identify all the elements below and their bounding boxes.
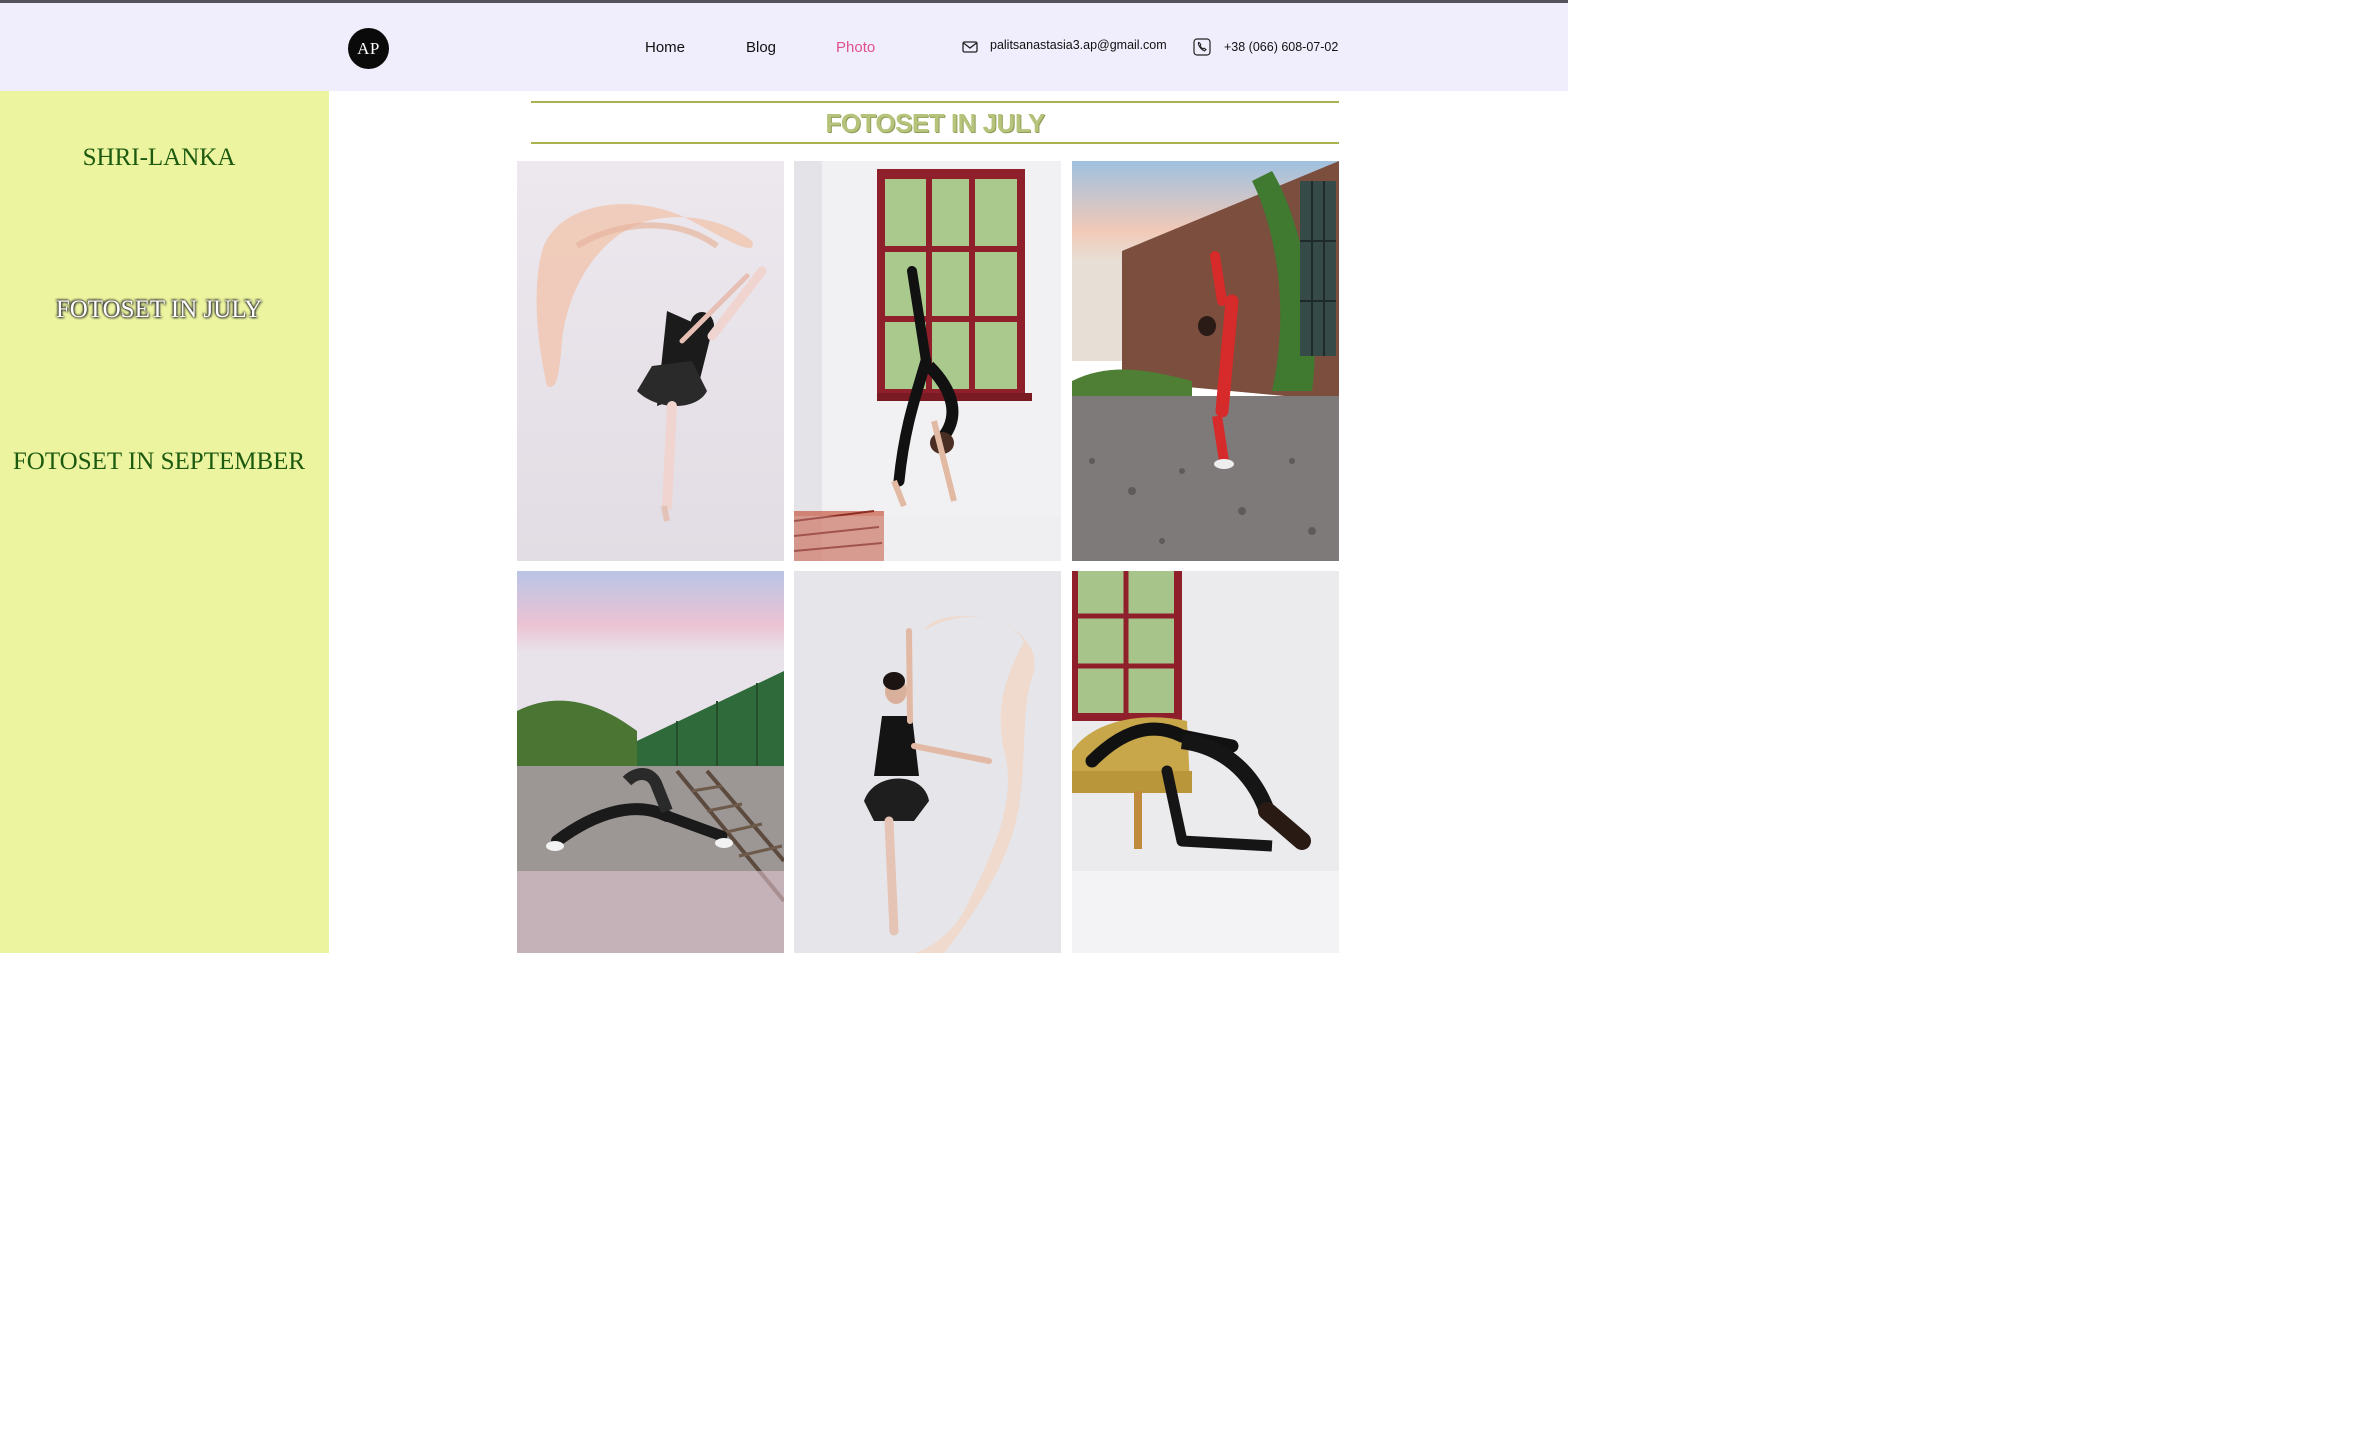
email-link[interactable]: palitsanastasia3.ap@gmail.com bbox=[990, 38, 1167, 52]
logo[interactable]: AP bbox=[348, 28, 389, 69]
phone-icon bbox=[1193, 38, 1211, 56]
site-header: AP Home Blog Photo palitsanastasia3.ap@g… bbox=[0, 3, 1568, 91]
photo-leg-hold-red[interactable] bbox=[1072, 161, 1339, 561]
sidebar-item-shri-lanka[interactable]: SHRI-LANKA bbox=[0, 144, 318, 172]
photo-ballerina-scarf-2[interactable] bbox=[794, 571, 1061, 953]
nav-home[interactable]: Home bbox=[645, 39, 685, 56]
photo-railway-stretch[interactable] bbox=[517, 571, 784, 953]
phone-number[interactable]: +38 (066) 608-07-02 bbox=[1224, 40, 1338, 54]
sidebar: SHRI-LANKA FOTOSET IN JULY FOTOSET IN SE… bbox=[0, 91, 329, 953]
title-rule-top bbox=[531, 101, 1339, 103]
title-rule-bottom bbox=[531, 142, 1339, 144]
mail-icon bbox=[962, 41, 978, 53]
nav-blog[interactable]: Blog bbox=[746, 39, 776, 56]
photo-backbend-window[interactable] bbox=[794, 161, 1061, 561]
nav-photo[interactable]: Photo bbox=[836, 39, 875, 56]
sidebar-item-fotoset-july[interactable]: FOTOSET IN JULY bbox=[0, 296, 318, 324]
page-title: FOTOSET IN JULY bbox=[825, 108, 1045, 138]
sidebar-item-fotoset-september[interactable]: FOTOSET IN SEPTEMBER bbox=[0, 448, 318, 476]
photo-ballerina-scarf[interactable] bbox=[517, 161, 784, 561]
photo-backbend-sofa[interactable] bbox=[1072, 571, 1339, 953]
